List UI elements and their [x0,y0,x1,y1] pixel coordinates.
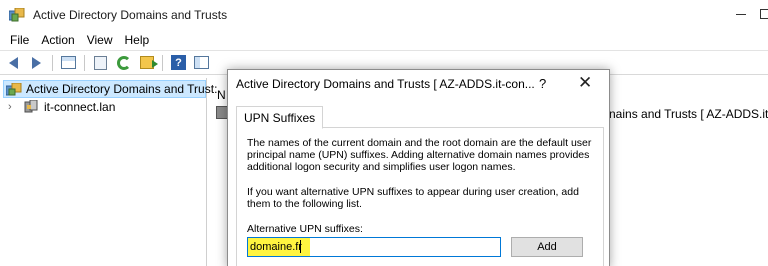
export-list-icon [139,56,158,69]
help-button[interactable]: ? [168,54,189,72]
show-hide-console-tree-icon [61,56,76,69]
window-title: Active Directory Domains and Trusts [33,8,228,22]
dialog-tab-strip: UPN Suffixes [236,106,604,129]
forward-button[interactable] [26,54,47,72]
dialog-tab-panel: The names of the current domain and the … [236,128,604,266]
refresh-icon [116,55,131,70]
back-button[interactable] [3,54,24,72]
refresh-button[interactable] [113,54,134,72]
dialog-help-button[interactable]: ? [539,76,546,91]
tab-upn-suffixes[interactable]: UPN Suffixes [236,106,324,129]
tree-item-domain[interactable]: › it-connect.lan [6,99,206,115]
upn-instruction: If you want alternative UPN suffixes to … [247,186,579,210]
tree-root-item[interactable]: Active Directory Domains and Trust: [3,80,217,98]
dialog-title: Active Directory Domains and Trusts [ AZ… [236,77,535,91]
help-icon: ? [171,55,186,70]
maximize-button[interactable] [760,9,768,19]
forward-icon [32,56,41,69]
alt-suffix-value: domaine.fr [250,241,302,253]
back-icon [9,56,18,69]
show-hide-console-tree-button[interactable] [58,54,79,72]
show-hide-action-pane-icon [194,56,209,69]
toolbar-separator [84,54,85,71]
upn-description: The names of the current domain and the … [247,137,592,173]
menu-view[interactable]: View [81,33,119,47]
behind-dialog-text: nains and Trusts [ AZ-ADDS.it-con [609,107,768,121]
chevron-right-icon[interactable]: › [8,101,12,113]
console-tree: Active Directory Domains and Trust: › it… [0,78,217,266]
domain-icon [24,100,38,113]
toolbar-separator [52,54,53,71]
properties-button[interactable] [90,54,111,72]
menu-help[interactable]: Help [119,33,156,47]
menu-bar: File Action View Help [0,30,768,50]
upn-suffixes-dialog: Active Directory Domains and Trusts [ AZ… [227,69,610,266]
properties-icon [94,55,107,70]
toolbar-separator [162,54,163,71]
ad-domains-trusts-icon [6,83,22,96]
title-bar: Active Directory Domains and Trusts [0,0,768,30]
menu-file[interactable]: File [4,33,35,47]
ad-domains-trusts-icon [9,8,25,22]
menu-action[interactable]: Action [35,33,80,47]
show-hide-action-pane-button[interactable] [191,54,212,72]
column-header-name[interactable]: N [217,88,226,102]
minimize-button[interactable] [736,14,746,15]
export-list-button[interactable] [136,54,158,72]
text-caret [300,240,301,253]
tree-item-label: it-connect.lan [44,100,116,114]
alt-suffixes-label: Alternative UPN suffixes: [247,223,363,235]
dialog-close-button[interactable]: ✕ [578,73,592,93]
tree-root-label: Active Directory Domains and Trust: [26,82,218,96]
add-button[interactable]: Add [511,237,583,257]
